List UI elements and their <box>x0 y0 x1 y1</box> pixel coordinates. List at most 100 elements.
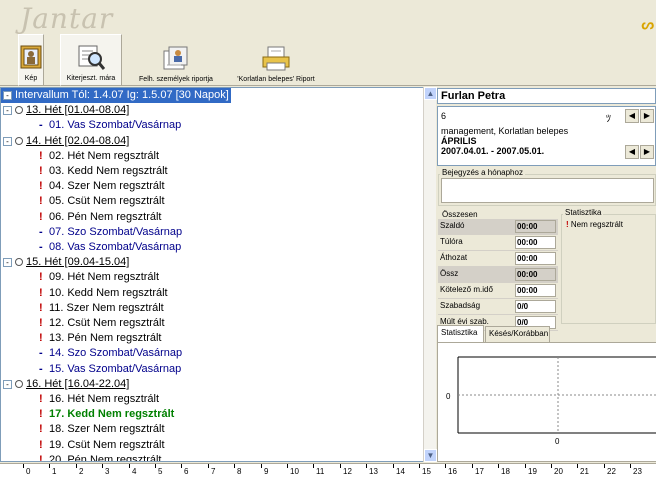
ruler-hour-label: 5 <box>158 467 163 476</box>
ruler-hour-label: 3 <box>105 467 110 476</box>
tab-late-early[interactable]: Késés/Korábban <box>485 326 550 342</box>
interval-header-label: Intervallum Tól: 1.4.07 Ig: 1.5.07 [30 N… <box>15 89 229 101</box>
exclamation-icon: ! <box>566 220 569 229</box>
ruler-tick <box>49 464 50 468</box>
collapse-icon[interactable]: - <box>3 105 12 115</box>
chart-canvas: 0 0 <box>438 343 656 461</box>
exclamation-icon: ! <box>39 317 43 329</box>
ruler-tick <box>181 464 182 468</box>
day-node[interactable]: ! 09. Hét Nem regsztrált <box>39 270 159 285</box>
day-node[interactable]: ! 06. Pén Nem regsztrált <box>39 210 162 225</box>
ruler-hour-label: 6 <box>184 467 189 476</box>
app-logo: Jantar <box>20 2 114 35</box>
extend-today-button[interactable]: Kiterjeszt. mára <box>60 34 122 86</box>
day-node[interactable]: -14. Szo Szombat/Vasárnap <box>39 346 182 361</box>
unlimited-entry-report-button[interactable]: 'Korlatlan belepes' Riport <box>226 34 326 86</box>
ruler-tick <box>525 464 526 468</box>
ruler-hour-label: 12 <box>343 467 352 476</box>
day-node[interactable]: -08. Vas Szombat/Vasárnap <box>39 240 181 255</box>
ruler-hour-label: 9 <box>264 467 269 476</box>
week-icon <box>15 258 23 267</box>
binoculars-icon[interactable]: ﾂ <box>606 110 611 125</box>
month-note-input[interactable] <box>441 178 654 203</box>
day-node[interactable]: ! 12. Csüt Nem regsztrált <box>39 316 165 331</box>
day-node[interactable]: ! 03. Kedd Nem regsztrált <box>39 164 168 179</box>
ruler-tick <box>498 464 499 468</box>
collapse-icon[interactable]: - <box>3 379 12 389</box>
day-node[interactable]: ! 04. Szer Nem regsztrált <box>39 179 165 194</box>
week-node[interactable]: - 15. Hét [09.04-15.04] <box>3 255 129 270</box>
week-icon <box>15 137 23 146</box>
stats-chart: 0 0 <box>437 342 656 462</box>
exclamation-icon: ! <box>39 439 43 451</box>
ruler-hour-label: 19 <box>528 467 537 476</box>
ruler-hour-label: 20 <box>554 467 563 476</box>
week-node[interactable]: - 16. Hét [16.04-22.04] <box>3 377 129 392</box>
week-node[interactable]: - 13. Hét [01.04-08.04] <box>3 103 129 118</box>
week-node[interactable]: - 14. Hét [02.04-08.04] <box>3 134 129 149</box>
day-label: 02. Hét Nem regsztrált <box>49 150 160 162</box>
day-node[interactable]: ! 13. Pén Nem regsztrált <box>39 331 162 346</box>
prev-month-button[interactable]: ◀ <box>625 145 639 159</box>
day-node[interactable]: ! 10. Kedd Nem regsztrált <box>39 286 168 301</box>
day-label: 09. Hét Nem regsztrált <box>49 271 160 283</box>
day-label: 07. Szo Szombat/Vasárnap <box>49 226 183 238</box>
next-month-button[interactable]: ▶ <box>640 145 654 159</box>
collapse-icon[interactable]: - <box>3 136 12 146</box>
summary-row: Össz 00:00 <box>438 267 558 283</box>
interval-header[interactable]: - Intervallum Tól: 1.4.07 Ig: 1.5.07 [30 … <box>1 88 231 103</box>
key-icon: ᔕ <box>641 16 654 32</box>
week-label: 16. Hét [16.04-22.04] <box>26 378 130 390</box>
summary-row-label: Kötelező m.idő <box>440 285 493 294</box>
day-node[interactable]: ! 16. Hét Nem regsztrált <box>39 392 159 407</box>
day-node[interactable]: ! 19. Csüt Nem regsztrált <box>39 438 165 453</box>
ruler-tick <box>313 464 314 468</box>
collapse-icon[interactable]: - <box>3 257 12 267</box>
stats-item-label: Nem regsztrált <box>570 220 623 229</box>
person-info-panel: 6 management, Korlatlan belepes ÁPRILIS … <box>437 106 656 166</box>
exclamation-icon: ! <box>39 408 43 420</box>
exclamation-icon: ! <box>39 393 43 405</box>
ruler-tick <box>630 464 631 468</box>
scroll-up-button[interactable]: ▲ <box>424 87 437 100</box>
tab-statistics[interactable]: Statisztika <box>437 325 484 342</box>
day-node[interactable]: ! 11. Szer Nem regsztrált <box>39 301 164 316</box>
collapse-icon[interactable]: - <box>3 90 12 100</box>
next-person-button[interactable]: ▶ <box>640 109 654 123</box>
ruler-tick <box>419 464 420 468</box>
ruler-hour-label: 23 <box>633 467 642 476</box>
day-node[interactable]: -15. Vas Szombat/Vasárnap <box>39 362 181 377</box>
day-node[interactable]: -01. Vas Szombat/Vasárnap <box>39 118 181 133</box>
summary-row: Szaldó 00:00 <box>438 219 558 235</box>
day-node[interactable]: ! 18. Szer Nem regsztrált <box>39 422 165 437</box>
summary-row-label: Túlóra <box>440 237 463 246</box>
day-node[interactable]: ! 02. Hét Nem regsztrált <box>39 149 159 164</box>
title-bar: Jantar ᔕ <box>0 0 656 35</box>
day-label: 19. Csüt Nem regsztrált <box>49 439 165 451</box>
scroll-down-button[interactable]: ▼ <box>424 449 437 462</box>
prev-person-button[interactable]: ◀ <box>625 109 639 123</box>
day-tree[interactable]: - Intervallum Tól: 1.4.07 Ig: 1.5.07 [30 … <box>0 87 434 462</box>
picture-button[interactable]: Kép <box>18 34 44 86</box>
day-label: 13. Pén Nem regsztrált <box>49 332 162 344</box>
day-label: 15. Vas Szombat/Vasárnap <box>49 363 182 375</box>
ruler-tick <box>551 464 552 468</box>
day-node[interactable]: ! 05. Csüt Nem regsztrált <box>39 194 165 209</box>
ruler-tick <box>287 464 288 468</box>
tree-scrollbar[interactable]: ▲ ▼ <box>423 87 437 462</box>
day-node[interactable]: ! 20. Pén Nem regsztrált <box>39 453 162 461</box>
ruler-tick <box>577 464 578 468</box>
users-report-button[interactable]: Felh. személyek riportja <box>131 34 221 86</box>
day-node[interactable]: -07. Szo Szombat/Vasárnap <box>39 225 182 240</box>
summary-row-value: 00:00 <box>515 268 556 281</box>
chart-x-tick: 0 <box>555 437 560 446</box>
ruler-tick <box>155 464 156 468</box>
chart-y-tick: 0 <box>446 392 451 401</box>
summary-row: Túlóra 00:00 <box>438 235 558 251</box>
summary-row-label: Szaldó <box>440 221 465 230</box>
summary-row-label: Szabadság <box>440 301 481 310</box>
day-node[interactable]: ! 17. Kedd Nem regsztrált <box>39 407 174 422</box>
ruler-hour-label: 16 <box>448 467 457 476</box>
summary-row: Áthozat 00:00 <box>438 251 558 267</box>
picture-icon <box>16 43 46 71</box>
